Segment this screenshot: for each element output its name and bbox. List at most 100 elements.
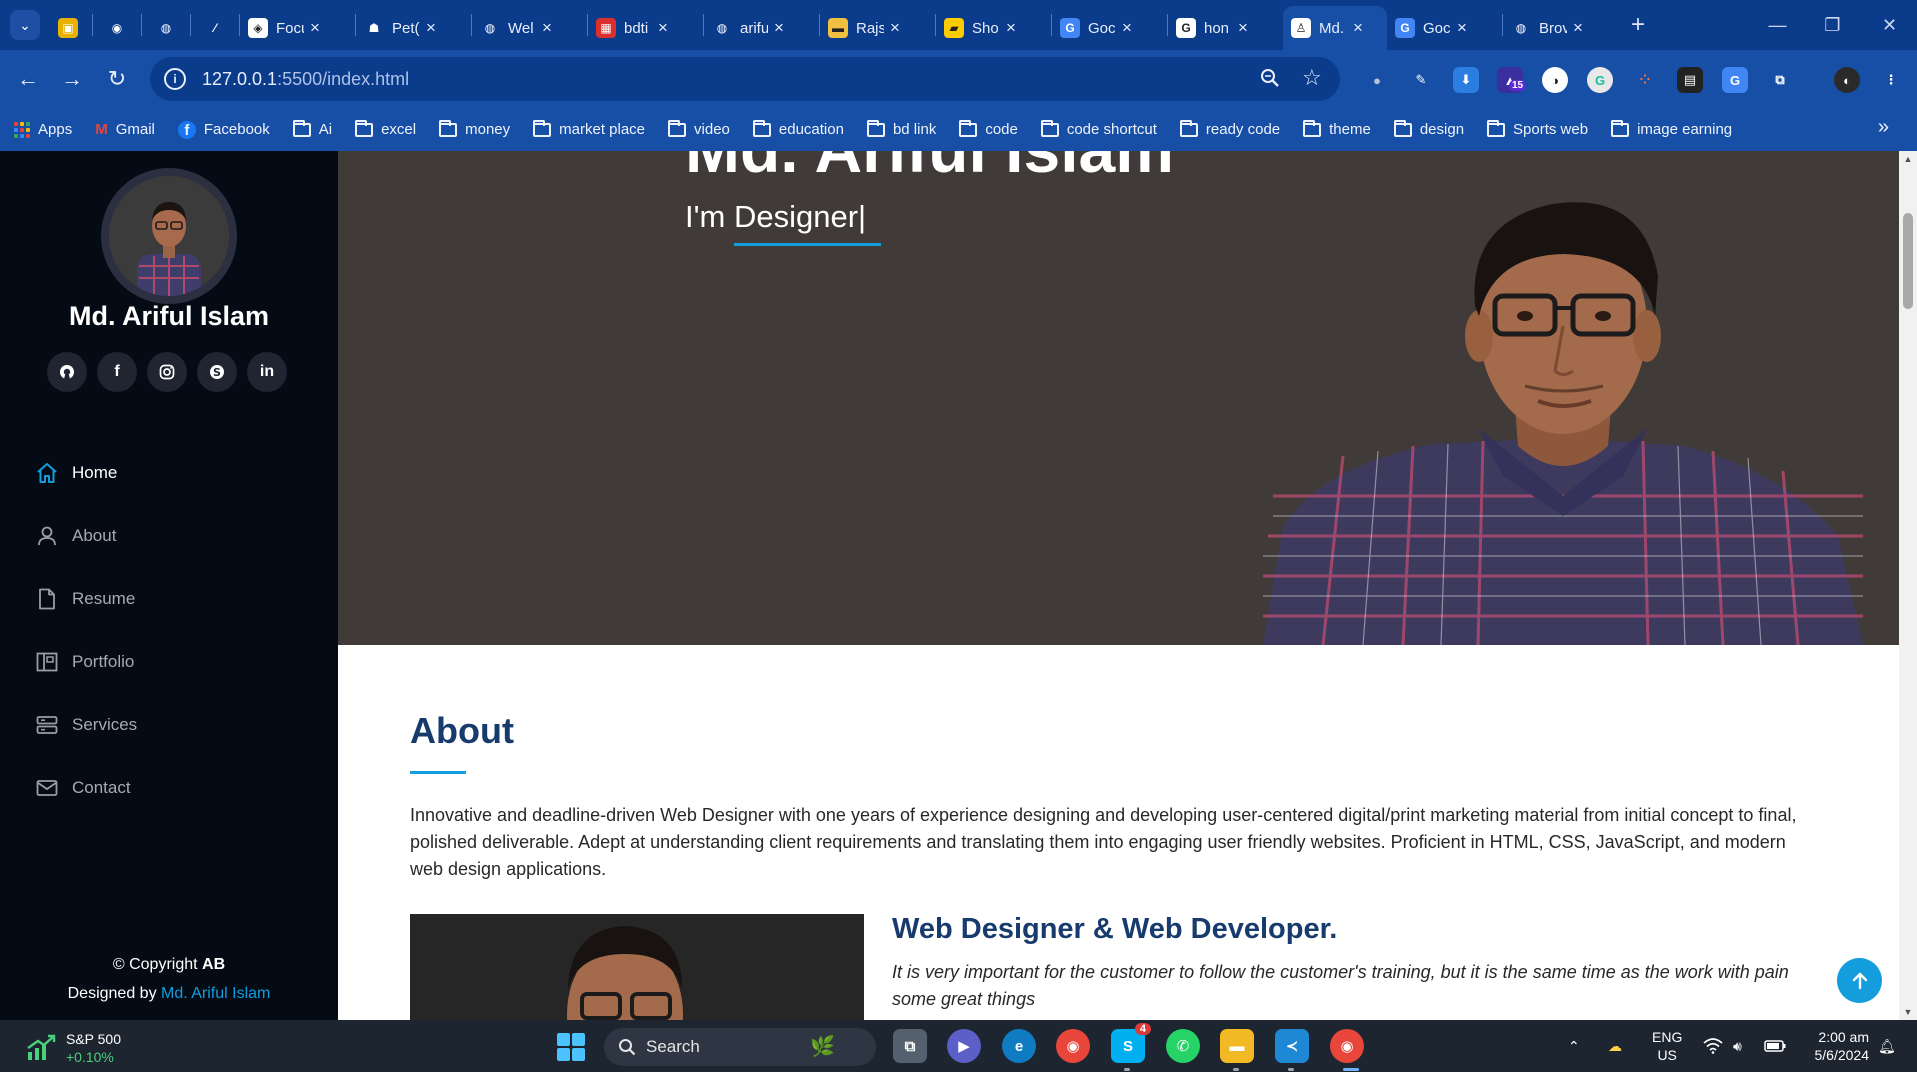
site-info-icon[interactable]: i (164, 68, 186, 90)
nav-item-resume[interactable]: Resume (34, 579, 294, 619)
restore-button[interactable]: ❐ (1805, 0, 1860, 50)
bookmark-item[interactable]: video (668, 119, 730, 138)
stock-widget[interactable]: S&P 500 +0.10% (26, 1030, 121, 1066)
browser-tab[interactable]: ▣ (44, 9, 92, 47)
skype-app-icon[interactable]: S4 (1111, 1023, 1151, 1063)
browser-tab[interactable]: Ghon × (1168, 9, 1283, 47)
browser-tab[interactable]: G Goc × (1387, 9, 1502, 47)
browser-tab[interactable]: ▬ Rajs × (820, 9, 935, 47)
tab-search-button[interactable]: ⌄ (10, 10, 40, 40)
notification-bell-icon[interactable]: 🔔︎ (1878, 1020, 1896, 1072)
tab-close-icon[interactable]: × (1122, 18, 1132, 38)
browser-tab[interactable]: ♙ Md. × (1283, 6, 1387, 50)
bookmark-item[interactable]: Apps (14, 121, 72, 138)
tab-close-icon[interactable]: × (310, 18, 320, 38)
start-button[interactable] (557, 1033, 585, 1061)
browser-tab[interactable]: ◍ Wel × (472, 9, 587, 47)
close-window-button[interactable]: ✕ (1862, 0, 1917, 50)
tab-close-icon[interactable]: × (1457, 18, 1467, 38)
nav-item-services[interactable]: Services (34, 705, 294, 745)
bookmark-item[interactable]: education (752, 119, 844, 138)
tab-close-icon[interactable]: × (426, 18, 436, 38)
task-view-icon[interactable]: ⧉ (893, 1029, 927, 1063)
browser-tab[interactable]: ◍ (142, 9, 190, 47)
download-extension-icon[interactable]: ⬇ (1453, 67, 1479, 93)
tab-close-icon[interactable]: × (1006, 18, 1016, 38)
extension-badge-icon[interactable]: ▲ 15 (1497, 67, 1527, 93)
browser-tab[interactable]: ◍ Brov × (1503, 9, 1618, 47)
linkedin-icon[interactable]: in (247, 352, 287, 392)
edge-icon[interactable]: e (1002, 1029, 1036, 1063)
scrollbar-thumb[interactable] (1903, 213, 1913, 309)
back-to-top-button[interactable] (1837, 958, 1882, 1003)
extension-icon-clock[interactable]: ◑ (1542, 67, 1568, 93)
language-indicator[interactable]: ENG US (1652, 1020, 1682, 1072)
bookmark-item[interactable]: Ai (292, 119, 332, 138)
browser-tab[interactable]: ▰ Sho × (936, 9, 1051, 47)
bookmarks-overflow-icon[interactable]: » (1878, 116, 1889, 139)
instagram-icon[interactable] (147, 352, 187, 392)
tab-close-icon[interactable]: × (658, 18, 668, 38)
address-bar[interactable]: i 127.0.0.1:5500/index.html ☆ (150, 57, 1340, 101)
reload-button[interactable]: ↻ (102, 64, 132, 94)
tab-close-icon[interactable]: × (1573, 18, 1583, 38)
bookmark-item[interactable]: market place (533, 119, 645, 138)
menu-kebab-icon[interactable]: ⋮ (1878, 67, 1904, 93)
designer-link[interactable]: Md. Ariful Islam (161, 985, 270, 1002)
back-button[interactable]: ← (13, 64, 43, 94)
scroll-up-arrow-icon[interactable]: ▲ (1899, 151, 1917, 167)
scroll-down-arrow-icon[interactable]: ▼ (1899, 1004, 1917, 1020)
chrome-icon[interactable]: ◉ (1056, 1029, 1090, 1063)
bookmark-item[interactable]: Sports web (1487, 119, 1588, 138)
eyedropper-icon[interactable]: ✎ (1408, 67, 1434, 93)
grammarly-icon[interactable]: G (1587, 67, 1613, 93)
page-scrollbar[interactable]: ▲ ▼ (1899, 151, 1917, 1020)
bookmark-item[interactable]: excel (355, 119, 416, 138)
battery-icon[interactable] (1764, 1020, 1786, 1072)
bookmark-item[interactable]: money (439, 119, 510, 138)
browser-tab[interactable]: ◍ arifu × (704, 9, 819, 47)
nav-item-home[interactable]: Home (34, 453, 294, 493)
translate-icon[interactable]: G (1722, 67, 1748, 93)
facebook-icon[interactable]: f (97, 352, 137, 392)
onedrive-icon[interactable]: ☁ (1608, 1020, 1622, 1072)
profile-avatar-icon[interactable]: ◐ (1834, 67, 1860, 93)
vscode-icon[interactable]: ≺ (1275, 1029, 1309, 1063)
chrome-profile-icon[interactable]: ◉ (1330, 1029, 1364, 1063)
tab-close-icon[interactable]: × (774, 18, 784, 38)
bookmark-item[interactable]: code (959, 119, 1018, 138)
clock[interactable]: 2:00 am 5/6/2024 (1805, 1020, 1870, 1072)
tray-overflow-icon[interactable]: ⌃ (1568, 1020, 1580, 1072)
extensions-puzzle-icon[interactable]: ⧉ (1767, 67, 1793, 93)
bookmark-item[interactable]: design (1393, 119, 1464, 138)
address-url[interactable]: 127.0.0.1:5500/index.html (202, 69, 409, 90)
bookmark-item[interactable]: code shortcut (1040, 119, 1157, 138)
bookmark-item[interactable]: M Gmail (95, 121, 155, 138)
extension-icon-dots[interactable]: ⁘ (1632, 67, 1658, 93)
extension-icon-grid[interactable]: ▤ (1677, 67, 1703, 93)
browser-tab[interactable]: ◉ (93, 9, 141, 47)
browser-tab[interactable]: ◈ Focu × (240, 9, 355, 47)
bookmark-item[interactable]: ready code (1179, 119, 1280, 138)
bookmark-item[interactable]: theme (1303, 119, 1371, 138)
bookmark-item[interactable]: bd link (866, 119, 936, 138)
file-explorer-icon[interactable]: ▬ (1220, 1029, 1254, 1063)
tab-close-icon[interactable]: × (1238, 18, 1248, 38)
browser-tab[interactable]: G Goc × (1052, 9, 1167, 47)
wifi-icon[interactable] (1703, 1020, 1723, 1072)
tab-close-icon[interactable]: × (890, 18, 900, 38)
bookmark-item[interactable]: image earning (1611, 119, 1732, 138)
nav-item-portfolio[interactable]: Portfolio (34, 642, 294, 682)
volume-icon[interactable]: 🔊︎ (1733, 1020, 1742, 1072)
new-tab-button[interactable]: + (1618, 3, 1658, 47)
browser-tab[interactable]: ☗ Pet(× (356, 9, 471, 47)
github-icon[interactable] (47, 352, 87, 392)
bookmark-item[interactable]: f Facebook (177, 120, 270, 139)
nav-item-about[interactable]: About (34, 516, 294, 556)
taskbar-search[interactable]: Search 🌿 (604, 1028, 876, 1066)
bookmark-star-icon[interactable]: ☆ (1302, 65, 1322, 91)
minimize-button[interactable]: — (1750, 0, 1805, 50)
browser-tab[interactable]: ▦ bdti × (588, 9, 703, 47)
whatsapp-icon[interactable]: ✆ (1166, 1029, 1200, 1063)
skype-icon[interactable]: S (197, 352, 237, 392)
